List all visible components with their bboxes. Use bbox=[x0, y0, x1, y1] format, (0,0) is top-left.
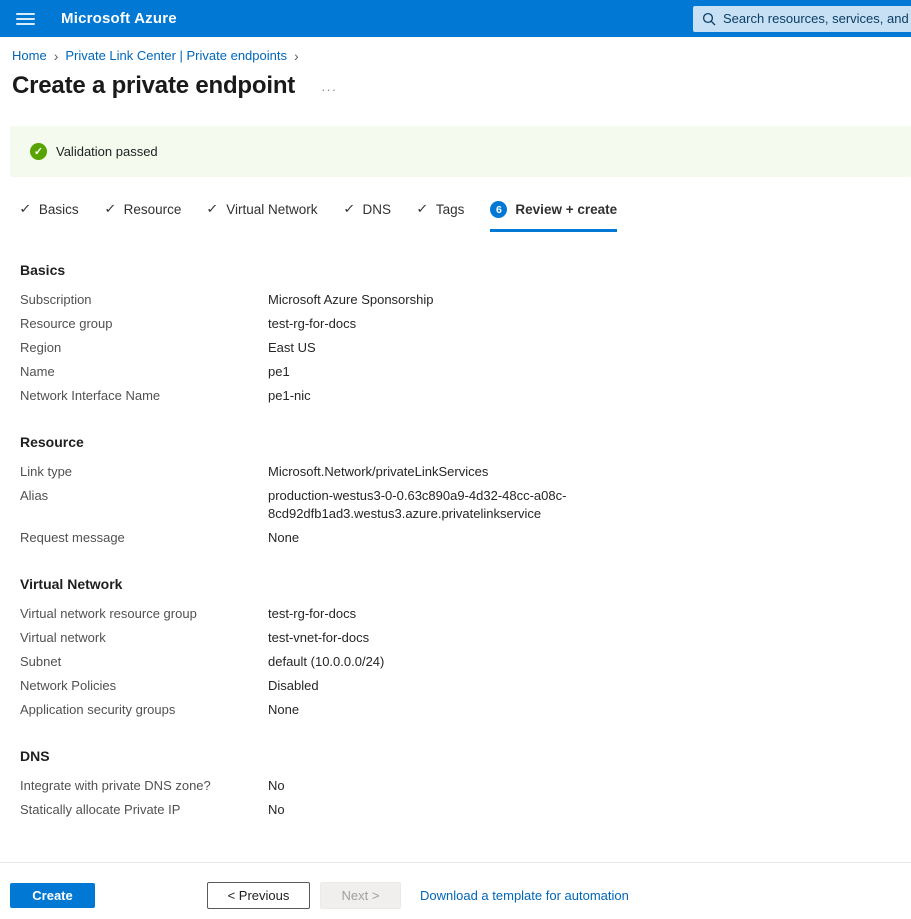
summary-row: Network Interface Namepe1-nic bbox=[20, 387, 911, 405]
row-value: None bbox=[268, 529, 299, 547]
summary-row: Network PoliciesDisabled bbox=[20, 677, 911, 695]
section-title: Virtual Network bbox=[20, 576, 911, 592]
search-input[interactable] bbox=[723, 11, 911, 26]
tab-label: Tags bbox=[436, 202, 465, 217]
create-button[interactable]: Create bbox=[10, 883, 95, 908]
row-value: None bbox=[268, 701, 299, 719]
row-value: Microsoft.Network/privateLinkServices bbox=[268, 463, 488, 481]
section-basics: Basics SubscriptionMicrosoft Azure Sponso… bbox=[20, 262, 911, 405]
row-label: Resource group bbox=[20, 315, 268, 333]
summary-row: RegionEast US bbox=[20, 339, 911, 357]
row-value: No bbox=[268, 777, 285, 795]
row-value: pe1 bbox=[268, 363, 290, 381]
row-value: production-westus3-0-0.63c890a9-4d32-48c… bbox=[268, 487, 580, 523]
row-value: Microsoft Azure Sponsorship bbox=[268, 291, 433, 309]
breadcrumb-private-link-center[interactable]: Private Link Center | Private endpoints bbox=[65, 48, 287, 63]
row-label: Name bbox=[20, 363, 268, 381]
tab-basics[interactable]: ✓ Basics bbox=[20, 201, 79, 231]
row-label: Subnet bbox=[20, 653, 268, 671]
row-value: Disabled bbox=[268, 677, 319, 695]
section-virtual-network: Virtual Network Virtual network resource … bbox=[20, 576, 911, 719]
section-title: Basics bbox=[20, 262, 911, 278]
row-value: East US bbox=[268, 339, 316, 357]
section-title: DNS bbox=[20, 748, 911, 764]
row-value: test-vnet-for-docs bbox=[268, 629, 369, 647]
summary-row: Virtual network resource grouptest-rg-fo… bbox=[20, 605, 911, 623]
tab-label: Virtual Network bbox=[226, 202, 317, 217]
summary-row: Integrate with private DNS zone?No bbox=[20, 777, 911, 795]
row-label: Application security groups bbox=[20, 701, 268, 719]
chevron-right-icon: › bbox=[294, 49, 299, 63]
row-value: No bbox=[268, 801, 285, 819]
breadcrumb-home[interactable]: Home bbox=[12, 48, 47, 63]
checkmark-icon: ✓ bbox=[416, 201, 429, 217]
row-label: Link type bbox=[20, 463, 268, 481]
page-title: Create a private endpoint bbox=[12, 72, 295, 100]
summary-row: Application security groupsNone bbox=[20, 701, 911, 719]
tab-dns[interactable]: ✓ DNS bbox=[344, 201, 391, 231]
row-label: Integrate with private DNS zone? bbox=[20, 777, 268, 795]
summary-row: Resource grouptest-rg-for-docs bbox=[20, 315, 911, 333]
row-label: Virtual network resource group bbox=[20, 605, 268, 623]
summary-row: Subnetdefault (10.0.0.0/24) bbox=[20, 653, 911, 671]
section-resource: Resource Link typeMicrosoft.Network/priva… bbox=[20, 434, 911, 547]
hamburger-menu-button[interactable] bbox=[0, 0, 50, 37]
tab-resource[interactable]: ✓ Resource bbox=[105, 201, 182, 231]
summary-row: Statically allocate Private IPNo bbox=[20, 801, 911, 819]
row-label: Statically allocate Private IP bbox=[20, 801, 268, 819]
row-value: test-rg-for-docs bbox=[268, 315, 356, 333]
tab-label: Review + create bbox=[515, 202, 617, 217]
row-label: Subscription bbox=[20, 291, 268, 309]
summary-row: Namepe1 bbox=[20, 363, 911, 381]
tab-tags[interactable]: ✓ Tags bbox=[417, 201, 464, 231]
wizard-tab-bar: ✓ Basics ✓ Resource ✓ Virtual Network ✓ DNS ✓ Tag… bbox=[20, 201, 911, 232]
chevron-right-icon: › bbox=[54, 49, 59, 63]
checkmark-icon: ✓ bbox=[19, 201, 32, 217]
summary-row: Link typeMicrosoft.Network/privateLinkSe… bbox=[20, 463, 911, 481]
breadcrumb: Home › Private Link Center | Private end… bbox=[12, 48, 911, 63]
summary-row: Request messageNone bbox=[20, 529, 911, 547]
row-label: Virtual network bbox=[20, 629, 268, 647]
row-value: default (10.0.0.0/24) bbox=[268, 653, 384, 671]
more-options-icon[interactable]: ··· bbox=[321, 83, 337, 96]
tab-virtual-network[interactable]: ✓ Virtual Network bbox=[207, 201, 317, 231]
section-title: Resource bbox=[20, 434, 911, 450]
tab-label: DNS bbox=[362, 202, 391, 217]
title-row: Create a private endpoint ··· bbox=[12, 72, 911, 100]
footer-bar: Create < Previous Next > Download a temp… bbox=[0, 862, 911, 919]
row-label: Alias bbox=[20, 487, 268, 505]
next-button[interactable]: Next > bbox=[320, 882, 401, 909]
success-check-icon: ✓ bbox=[30, 143, 47, 160]
tab-review-create[interactable]: 6 Review + create bbox=[490, 201, 617, 232]
summary-row: SubscriptionMicrosoft Azure Sponsorship bbox=[20, 291, 911, 309]
summary-row: Virtual networktest-vnet-for-docs bbox=[20, 629, 911, 647]
step-number-badge: 6 bbox=[490, 201, 507, 218]
checkmark-icon: ✓ bbox=[104, 201, 117, 217]
search-icon bbox=[702, 12, 716, 26]
tab-label: Resource bbox=[124, 202, 182, 217]
download-template-link[interactable]: Download a template for automation bbox=[420, 888, 629, 903]
checkmark-icon: ✓ bbox=[343, 201, 356, 217]
summary-row: Aliasproduction-westus3-0-0.63c890a9-4d3… bbox=[20, 487, 911, 523]
row-value: pe1-nic bbox=[268, 387, 311, 405]
review-content: Basics SubscriptionMicrosoft Azure Sponso… bbox=[20, 262, 911, 819]
row-value: test-rg-for-docs bbox=[268, 605, 356, 623]
top-bar: Microsoft Azure bbox=[0, 0, 911, 37]
app-title[interactable]: Microsoft Azure bbox=[61, 10, 177, 27]
row-label: Region bbox=[20, 339, 268, 357]
row-label: Network Interface Name bbox=[20, 387, 268, 405]
hamburger-icon bbox=[16, 13, 35, 15]
validation-banner: ✓ Validation passed bbox=[10, 126, 911, 177]
checkmark-icon: ✓ bbox=[207, 201, 220, 217]
row-label: Request message bbox=[20, 529, 268, 547]
section-dns: DNSIntegrate with private DNS zone?NoSta… bbox=[20, 748, 911, 819]
row-label: Network Policies bbox=[20, 677, 268, 695]
tab-label: Basics bbox=[39, 202, 79, 217]
validation-banner-text: Validation passed bbox=[56, 144, 158, 159]
previous-button[interactable]: < Previous bbox=[207, 882, 310, 909]
global-search-box[interactable] bbox=[693, 6, 911, 32]
